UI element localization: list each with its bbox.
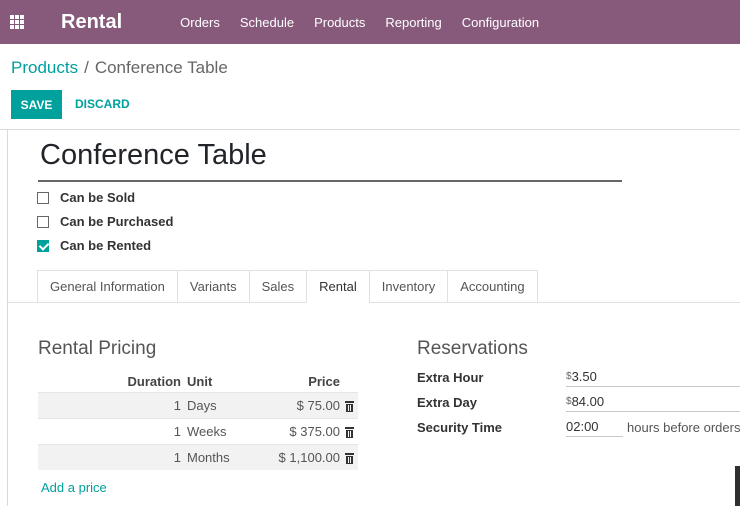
menu-item-products[interactable]: Products bbox=[314, 15, 365, 30]
menu-item-orders[interactable]: Orders bbox=[180, 15, 220, 30]
discard-button[interactable]: DISCARD bbox=[75, 90, 130, 119]
notebook-tabs: General Information Variants Sales Renta… bbox=[37, 270, 538, 303]
can-be-purchased-row[interactable]: Can be Purchased bbox=[37, 214, 173, 229]
tab-rental[interactable]: Rental bbox=[306, 270, 369, 303]
table-row[interactable]: 1 Days $ 75.00 bbox=[38, 392, 358, 418]
row-unit: Weeks bbox=[187, 424, 227, 439]
extra-day-label: Extra Day bbox=[417, 395, 477, 410]
apps-grid-icon[interactable] bbox=[10, 15, 24, 29]
column-price: Price bbox=[308, 373, 340, 389]
tab-general-information[interactable]: General Information bbox=[37, 270, 177, 303]
trash-icon[interactable] bbox=[344, 401, 354, 412]
column-duration: Duration bbox=[127, 373, 181, 389]
can-be-rented-row[interactable]: Can be Rented bbox=[37, 238, 151, 253]
trash-icon[interactable] bbox=[344, 427, 354, 438]
menu-item-configuration[interactable]: Configuration bbox=[462, 15, 539, 30]
security-time-value: 02:00 bbox=[566, 419, 599, 434]
can-be-rented-label[interactable]: Can be Rented bbox=[60, 238, 151, 253]
security-time-label: Security Time bbox=[417, 420, 503, 435]
can-be-sold-label[interactable]: Can be Sold bbox=[60, 190, 135, 205]
extra-hour-value: 3.50 bbox=[571, 369, 597, 384]
breadcrumb-products-link[interactable]: Products bbox=[11, 58, 78, 77]
extra-hour-label: Extra Hour bbox=[417, 370, 484, 385]
breadcrumb-current: Conference Table bbox=[94, 58, 228, 77]
security-time-suffix: hours before orders bbox=[627, 420, 740, 435]
row-duration: 1 bbox=[173, 450, 181, 465]
menu-item-schedule[interactable]: Schedule bbox=[240, 15, 294, 30]
tab-accounting[interactable]: Accounting bbox=[447, 270, 538, 303]
top-navbar: Rental Orders Schedule Products Reportin… bbox=[0, 0, 740, 44]
sheet-divider bbox=[0, 129, 740, 130]
table-row[interactable]: 1 Weeks $ 375.00 bbox=[38, 418, 358, 444]
security-time-input[interactable]: 02:00 bbox=[566, 417, 623, 437]
can-be-rented-checkbox[interactable] bbox=[37, 239, 49, 252]
can-be-purchased-checkbox[interactable] bbox=[37, 215, 49, 228]
row-unit: Days bbox=[187, 398, 217, 413]
menu-item-reporting[interactable]: Reporting bbox=[385, 15, 441, 30]
breadcrumb: Products / Conference Table bbox=[11, 58, 228, 78]
save-button[interactable]: SAVE bbox=[11, 90, 62, 119]
breadcrumb-separator: / bbox=[84, 58, 89, 77]
tab-sales[interactable]: Sales bbox=[248, 270, 307, 303]
product-name-underline bbox=[38, 180, 622, 182]
extra-day-value: 84.00 bbox=[571, 394, 605, 409]
main-menu: Orders Schedule Products Reporting Confi… bbox=[180, 15, 559, 30]
table-header: Duration Unit Price bbox=[38, 370, 358, 392]
row-unit: Months bbox=[187, 450, 230, 465]
can-be-purchased-label[interactable]: Can be Purchased bbox=[60, 214, 173, 229]
tab-variants[interactable]: Variants bbox=[176, 270, 249, 303]
edge-scroll-marker bbox=[735, 466, 740, 506]
row-price: $ 375.00 bbox=[289, 424, 340, 439]
rental-pricing-title: Rental Pricing bbox=[38, 338, 157, 359]
can-be-sold-checkbox[interactable] bbox=[37, 191, 49, 204]
rental-pricing-table: Duration Unit Price 1 Days $ 75.00 1 Wee… bbox=[38, 370, 358, 470]
column-unit: Unit bbox=[187, 373, 213, 389]
app-name[interactable]: Rental bbox=[61, 11, 122, 34]
extra-day-input[interactable]: $84.00 bbox=[566, 392, 740, 412]
product-name-field[interactable]: Conference Table bbox=[40, 139, 267, 172]
row-price: $ 1,100.00 bbox=[278, 450, 340, 465]
row-duration: 1 bbox=[173, 398, 181, 413]
tab-inventory[interactable]: Inventory bbox=[368, 270, 448, 303]
row-duration: 1 bbox=[173, 424, 181, 439]
extra-hour-input[interactable]: $3.50 bbox=[566, 367, 740, 387]
reservations-title: Reservations bbox=[417, 338, 528, 359]
sheet-left-border bbox=[7, 130, 8, 506]
add-price-link[interactable]: Add a price bbox=[41, 480, 107, 495]
trash-icon[interactable] bbox=[344, 453, 354, 464]
row-price: $ 75.00 bbox=[296, 398, 340, 413]
table-row[interactable]: 1 Months $ 1,100.00 bbox=[38, 444, 358, 470]
can-be-sold-row[interactable]: Can be Sold bbox=[37, 190, 135, 205]
